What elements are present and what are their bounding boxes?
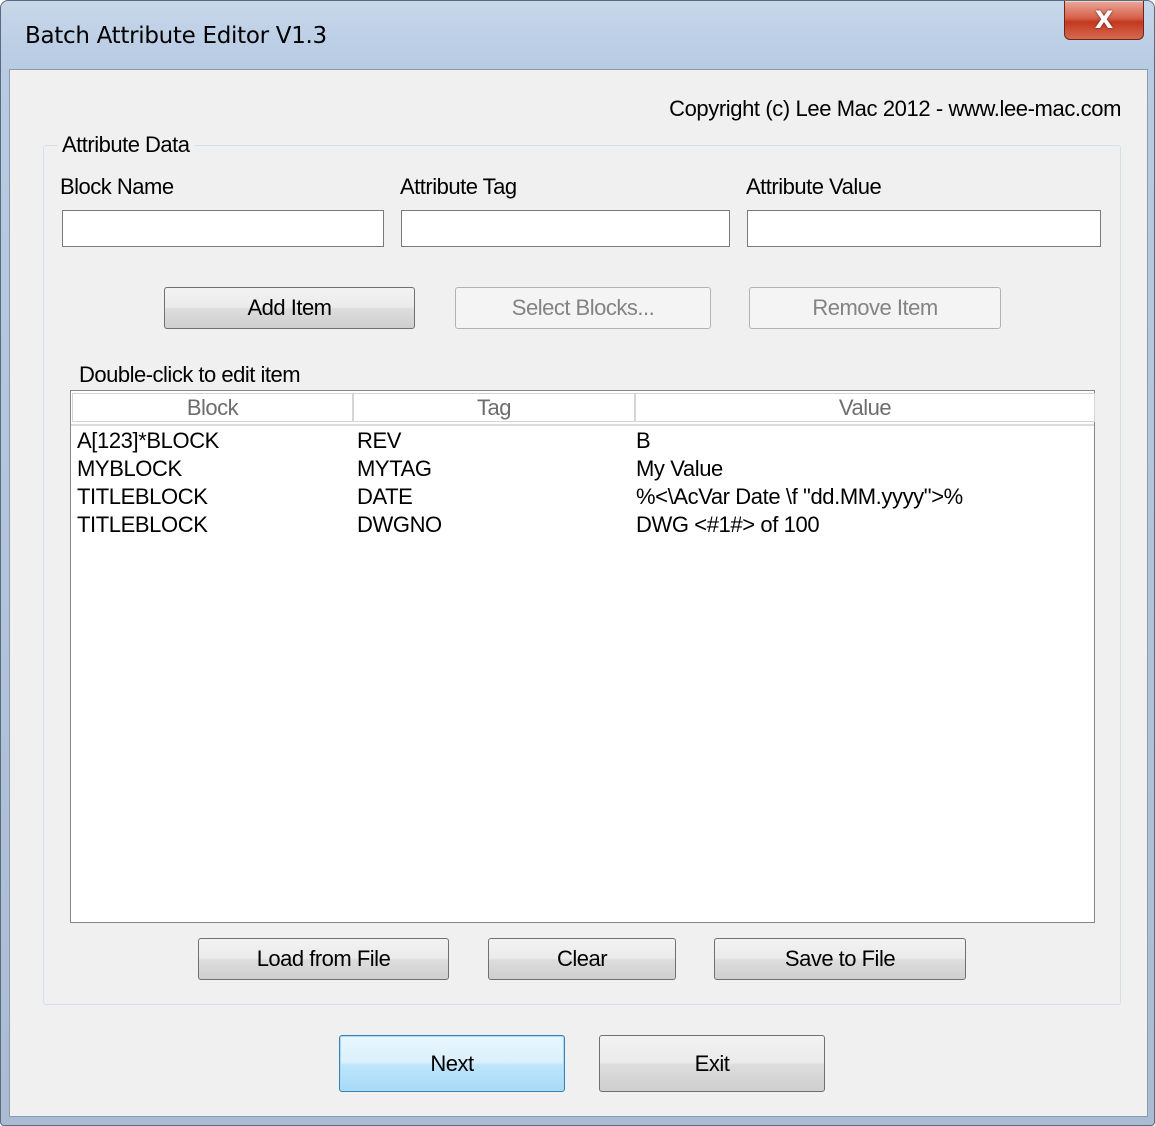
cell-tag: DATE <box>357 484 413 509</box>
column-header-value[interactable]: Value <box>635 393 1095 422</box>
attribute-tag-label: Attribute Tag <box>400 174 517 199</box>
cell-value: My Value <box>636 456 723 481</box>
dialog-client-area: Copyright (c) Lee Mac 2012 - www.lee-mac… <box>9 69 1148 1117</box>
block-name-input[interactable] <box>62 210 384 247</box>
list-header: Block Tag Value <box>71 391 1095 425</box>
attribute-value-input[interactable] <box>747 210 1101 247</box>
header-separator <box>71 424 1094 426</box>
cell-block: TITLEBLOCK <box>77 512 208 537</box>
window-title: Batch Attribute Editor V1.3 <box>25 23 327 49</box>
list-item[interactable]: MYBLOCK MYTAG My Value <box>71 455 1094 483</box>
cell-value: B <box>636 428 651 453</box>
group-label: Attribute Data <box>58 132 194 158</box>
cell-block: TITLEBLOCK <box>77 484 208 509</box>
close-button[interactable]: X <box>1064 1 1144 40</box>
attribute-list[interactable]: Block Tag Value A[123]*BLOCK REV B MYBLO… <box>70 390 1095 923</box>
attribute-value-label: Attribute Value <box>746 174 882 199</box>
cell-value: %<\AcVar Date \f "dd.MM.yyyy">% <box>636 484 963 509</box>
cell-block: MYBLOCK <box>77 456 182 481</box>
remove-item-button[interactable]: Remove Item <box>749 287 1001 329</box>
cell-value: DWG <#1#> of 100 <box>636 512 820 537</box>
cell-tag: MYTAG <box>357 456 432 481</box>
add-item-button[interactable]: Add Item <box>164 287 415 329</box>
attribute-tag-input[interactable] <box>401 210 730 247</box>
cell-block: A[123]*BLOCK <box>77 428 219 453</box>
next-button[interactable]: Next <box>339 1035 565 1092</box>
list-item[interactable]: TITLEBLOCK DWGNO DWG <#1#> of 100 <box>71 511 1094 539</box>
select-blocks-button[interactable]: Select Blocks... <box>455 287 711 329</box>
load-from-file-button[interactable]: Load from File <box>198 938 449 980</box>
exit-button[interactable]: Exit <box>599 1035 825 1092</box>
list-hint-label: Double-click to edit item <box>79 362 301 387</box>
cell-tag: DWGNO <box>357 512 442 537</box>
list-item[interactable]: TITLEBLOCK DATE %<\AcVar Date \f "dd.MM.… <box>71 483 1094 511</box>
column-header-tag[interactable]: Tag <box>353 393 635 422</box>
close-icon: X <box>1094 6 1114 34</box>
clear-button[interactable]: Clear <box>488 938 676 980</box>
block-name-label: Block Name <box>60 174 174 199</box>
cell-tag: REV <box>357 428 402 453</box>
save-to-file-button[interactable]: Save to File <box>714 938 966 980</box>
copyright-text: Copyright (c) Lee Mac 2012 - www.lee-mac… <box>669 96 1121 121</box>
title-bar[interactable]: Batch Attribute Editor V1.3 X <box>1 1 1154 71</box>
column-header-block[interactable]: Block <box>72 393 353 422</box>
dialog-window: Batch Attribute Editor V1.3 X Copyright … <box>0 0 1155 1126</box>
list-item[interactable]: A[123]*BLOCK REV B <box>71 427 1094 455</box>
